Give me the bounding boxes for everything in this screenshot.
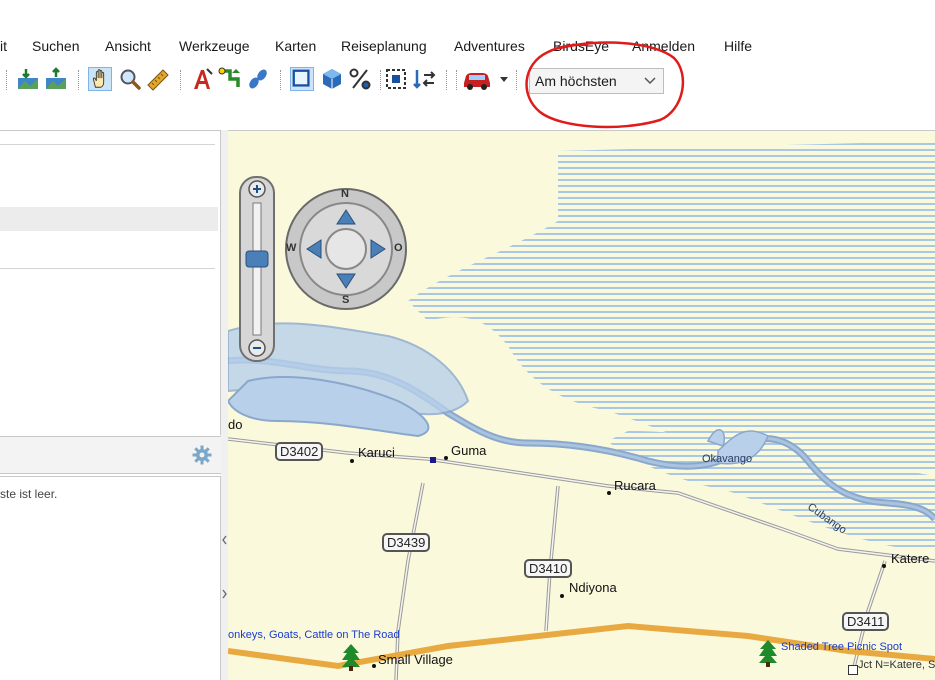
hand-pan-button[interactable] [88, 67, 112, 91]
expand-arrow-icon[interactable] [221, 588, 228, 600]
menu-sign-in[interactable]: Anmelden [632, 38, 695, 54]
junction-label: Jct N=Katere, S [858, 659, 935, 671]
compass-north: N [341, 188, 349, 200]
toolbar-separator [380, 70, 382, 90]
menu-view[interactable]: Ansicht [105, 38, 151, 54]
place-karuci: Karuci [358, 445, 395, 460]
place-small-village: Small Village [378, 652, 453, 667]
menu-search[interactable]: Suchen [32, 38, 79, 54]
menu-bar: it Suchen Ansicht Werkzeuge Karten Reise… [0, 34, 935, 60]
chevron-down-icon [644, 77, 656, 85]
menu-help[interactable]: Hilfe [724, 38, 752, 54]
road-shield-d3439: D3439 [382, 533, 431, 552]
poi-square-icon [430, 457, 436, 463]
detail-level-value: Am höchsten [535, 73, 617, 89]
hand-pan-icon [92, 69, 105, 88]
compass-south: S [342, 294, 350, 306]
compass-west: W [286, 242, 297, 254]
map-frame-icon [292, 69, 310, 87]
junction-icon [848, 665, 858, 675]
map-view[interactable]: N S W O do D3402 Karuci Guma Rucara Okav… [228, 130, 935, 680]
empty-list-text: ste ist leer. [0, 487, 58, 501]
menu-edit[interactable]: it [0, 38, 7, 54]
gear-icon[interactable] [192, 445, 212, 465]
toolbar-separator [280, 70, 282, 90]
place-marker [372, 664, 376, 668]
place-rucara: Rucara [614, 478, 656, 493]
3d-cube-icon[interactable] [320, 67, 344, 91]
toolbar-separator [6, 70, 8, 90]
place-marker [607, 491, 611, 495]
poi-label-picnic: Shaded Tree Picnic Spot [781, 641, 903, 653]
place-katere: Katere [891, 551, 930, 566]
menu-adventures[interactable]: Adventures [454, 38, 525, 54]
place-marker [350, 459, 354, 463]
tree-icon [759, 640, 777, 667]
place-marker [560, 594, 564, 598]
car-profile-icon[interactable] [462, 67, 492, 91]
select-area-icon[interactable] [384, 67, 408, 91]
menu-birdseye[interactable]: BirdsEye [553, 38, 609, 54]
menu-maps[interactable]: Karten [275, 38, 316, 54]
list-item-selected[interactable] [0, 207, 218, 231]
dropdown-arrow-icon[interactable] [498, 67, 510, 91]
poi-label-livestock: onkeys, Goats, Cattle on The Road [228, 629, 400, 641]
map-send-icon[interactable] [16, 67, 40, 91]
water-label-okavango: Okavango [702, 453, 753, 465]
text-tool-icon[interactable] [190, 67, 214, 91]
place-label: do [228, 417, 243, 432]
place-marker [444, 456, 448, 460]
map-frame-button[interactable] [290, 67, 314, 91]
toolbar-separator [516, 70, 518, 90]
road-shield-d3410: D3410 [524, 559, 573, 578]
detail-level-select[interactable]: Am höchsten [529, 68, 664, 94]
swap-icon[interactable] [412, 67, 436, 91]
zoom-slider[interactable] [238, 175, 276, 363]
place-ndiyona: Ndiyona [569, 580, 617, 595]
left-panel-list: ste ist leer. [0, 476, 221, 680]
route-tool-icon[interactable] [218, 67, 242, 91]
road-shield-d3402: D3402 [275, 442, 324, 461]
toolbar-separator [180, 70, 182, 90]
toolbar-separator [446, 70, 448, 90]
percent-icon[interactable] [348, 67, 372, 91]
toolbar [0, 62, 935, 102]
panel-divider [0, 268, 215, 269]
left-panel-header [0, 436, 221, 474]
map-receive-icon[interactable] [44, 67, 68, 91]
toolbar-separator [456, 70, 458, 90]
panel-divider [0, 144, 215, 145]
tree-icon [342, 644, 360, 671]
panel-splitter[interactable] [221, 130, 228, 680]
left-panel-top [0, 130, 221, 435]
toolbar-separator [78, 70, 80, 90]
collapse-arrow-icon[interactable] [221, 534, 228, 546]
measure-ruler-icon[interactable] [146, 67, 170, 91]
menu-trip-planning[interactable]: Reiseplanung [341, 38, 427, 54]
zoom-icon[interactable] [118, 67, 142, 91]
place-marker [882, 564, 886, 568]
track-tool-icon[interactable] [246, 67, 270, 91]
menu-tools[interactable]: Werkzeuge [179, 38, 250, 54]
road-shield-d3411: D3411 [842, 612, 890, 631]
place-guma: Guma [451, 443, 487, 458]
compass-east: O [394, 242, 403, 254]
